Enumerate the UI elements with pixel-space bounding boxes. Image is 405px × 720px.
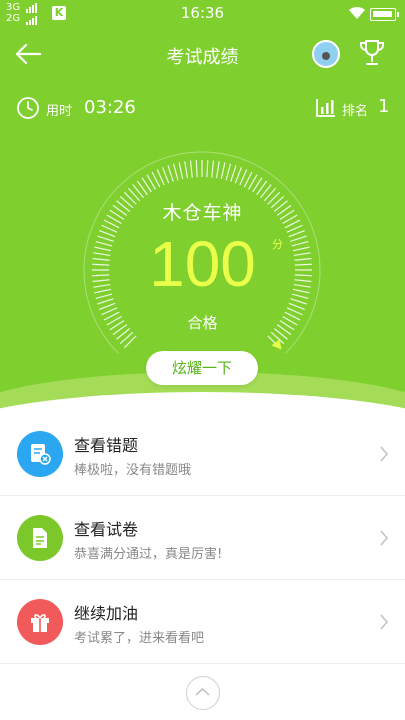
item-title: 继续加油	[74, 604, 139, 623]
gauge-tick	[206, 160, 209, 178]
status-time: 16:36	[180, 4, 225, 22]
wifi-icon	[349, 6, 365, 19]
gauge-tick	[123, 335, 137, 349]
gauge-tick	[239, 169, 248, 186]
chevron-up-icon	[195, 687, 210, 696]
score-value: 100	[149, 228, 256, 300]
score-unit: 分	[272, 238, 283, 251]
gauge-tick	[195, 160, 198, 178]
list-item-wrong-answers[interactable]: 查看错题 棒极啦，没有错题哦	[0, 412, 405, 496]
list-item-exam-paper[interactable]: 查看试卷 恭喜满分通过，真是厉害!	[0, 496, 405, 580]
gauge-tick	[288, 302, 305, 310]
share-button[interactable]: 炫耀一下	[146, 351, 258, 385]
action-list: 查看错题 棒极啦，没有错题哦 查看试卷 恭喜满分通过，真是厉害! 继续加油 考试…	[0, 412, 405, 664]
gauge-tick	[172, 163, 179, 181]
battery-icon	[370, 8, 399, 21]
gauge-tick	[184, 161, 189, 179]
gauge-tick	[156, 169, 165, 186]
gauge-tick	[234, 167, 242, 184]
status-bar: 3G 2G K 16:36	[0, 0, 405, 28]
nav-bar: 考试成绩	[0, 32, 405, 78]
ranking[interactable]: 排名 1	[316, 96, 396, 120]
rank-label: 排名	[342, 104, 369, 119]
grade-label: 合格	[187, 314, 218, 332]
gauge-tick	[189, 160, 193, 178]
gauge-tick	[225, 163, 232, 181]
gift-icon	[17, 599, 63, 645]
item-subtitle: 棒极啦，没有错题哦	[74, 463, 192, 478]
scroll-up-button[interactable]	[186, 676, 220, 710]
time-label: 用时	[46, 104, 73, 119]
item-subtitle: 恭喜满分通过，真是厉害!	[74, 547, 223, 562]
gauge-tick	[230, 165, 237, 182]
chevron-right-icon	[380, 530, 389, 546]
gauge-tick	[162, 167, 170, 184]
trophy-icon[interactable]	[358, 38, 386, 68]
list-item-keep-going[interactable]: 继续加油 考试累了，进来看看吧	[0, 580, 405, 664]
clock-icon	[17, 97, 39, 119]
gauge-tick	[215, 161, 220, 179]
gauge-tick	[178, 162, 184, 180]
chevron-right-icon	[380, 446, 389, 462]
avatar[interactable]	[312, 40, 340, 68]
wrong-answers-icon	[17, 431, 63, 477]
item-title: 查看试卷	[74, 520, 139, 539]
gauge-tick	[99, 302, 116, 310]
gauge-tick	[211, 160, 215, 178]
item-title: 查看错题	[74, 436, 139, 455]
player-name: 木仓车神	[162, 202, 243, 224]
exam-paper-icon	[17, 515, 63, 561]
gauge-tick	[167, 165, 174, 182]
bar-chart-icon	[316, 99, 335, 117]
gauge-tick	[220, 162, 226, 180]
time-value: 03:26	[84, 97, 136, 118]
item-subtitle: 考试累了，进来看看吧	[74, 631, 205, 646]
rank-value: 1	[378, 96, 390, 117]
page-title: 考试成绩	[166, 47, 239, 68]
chevron-right-icon	[380, 614, 389, 630]
